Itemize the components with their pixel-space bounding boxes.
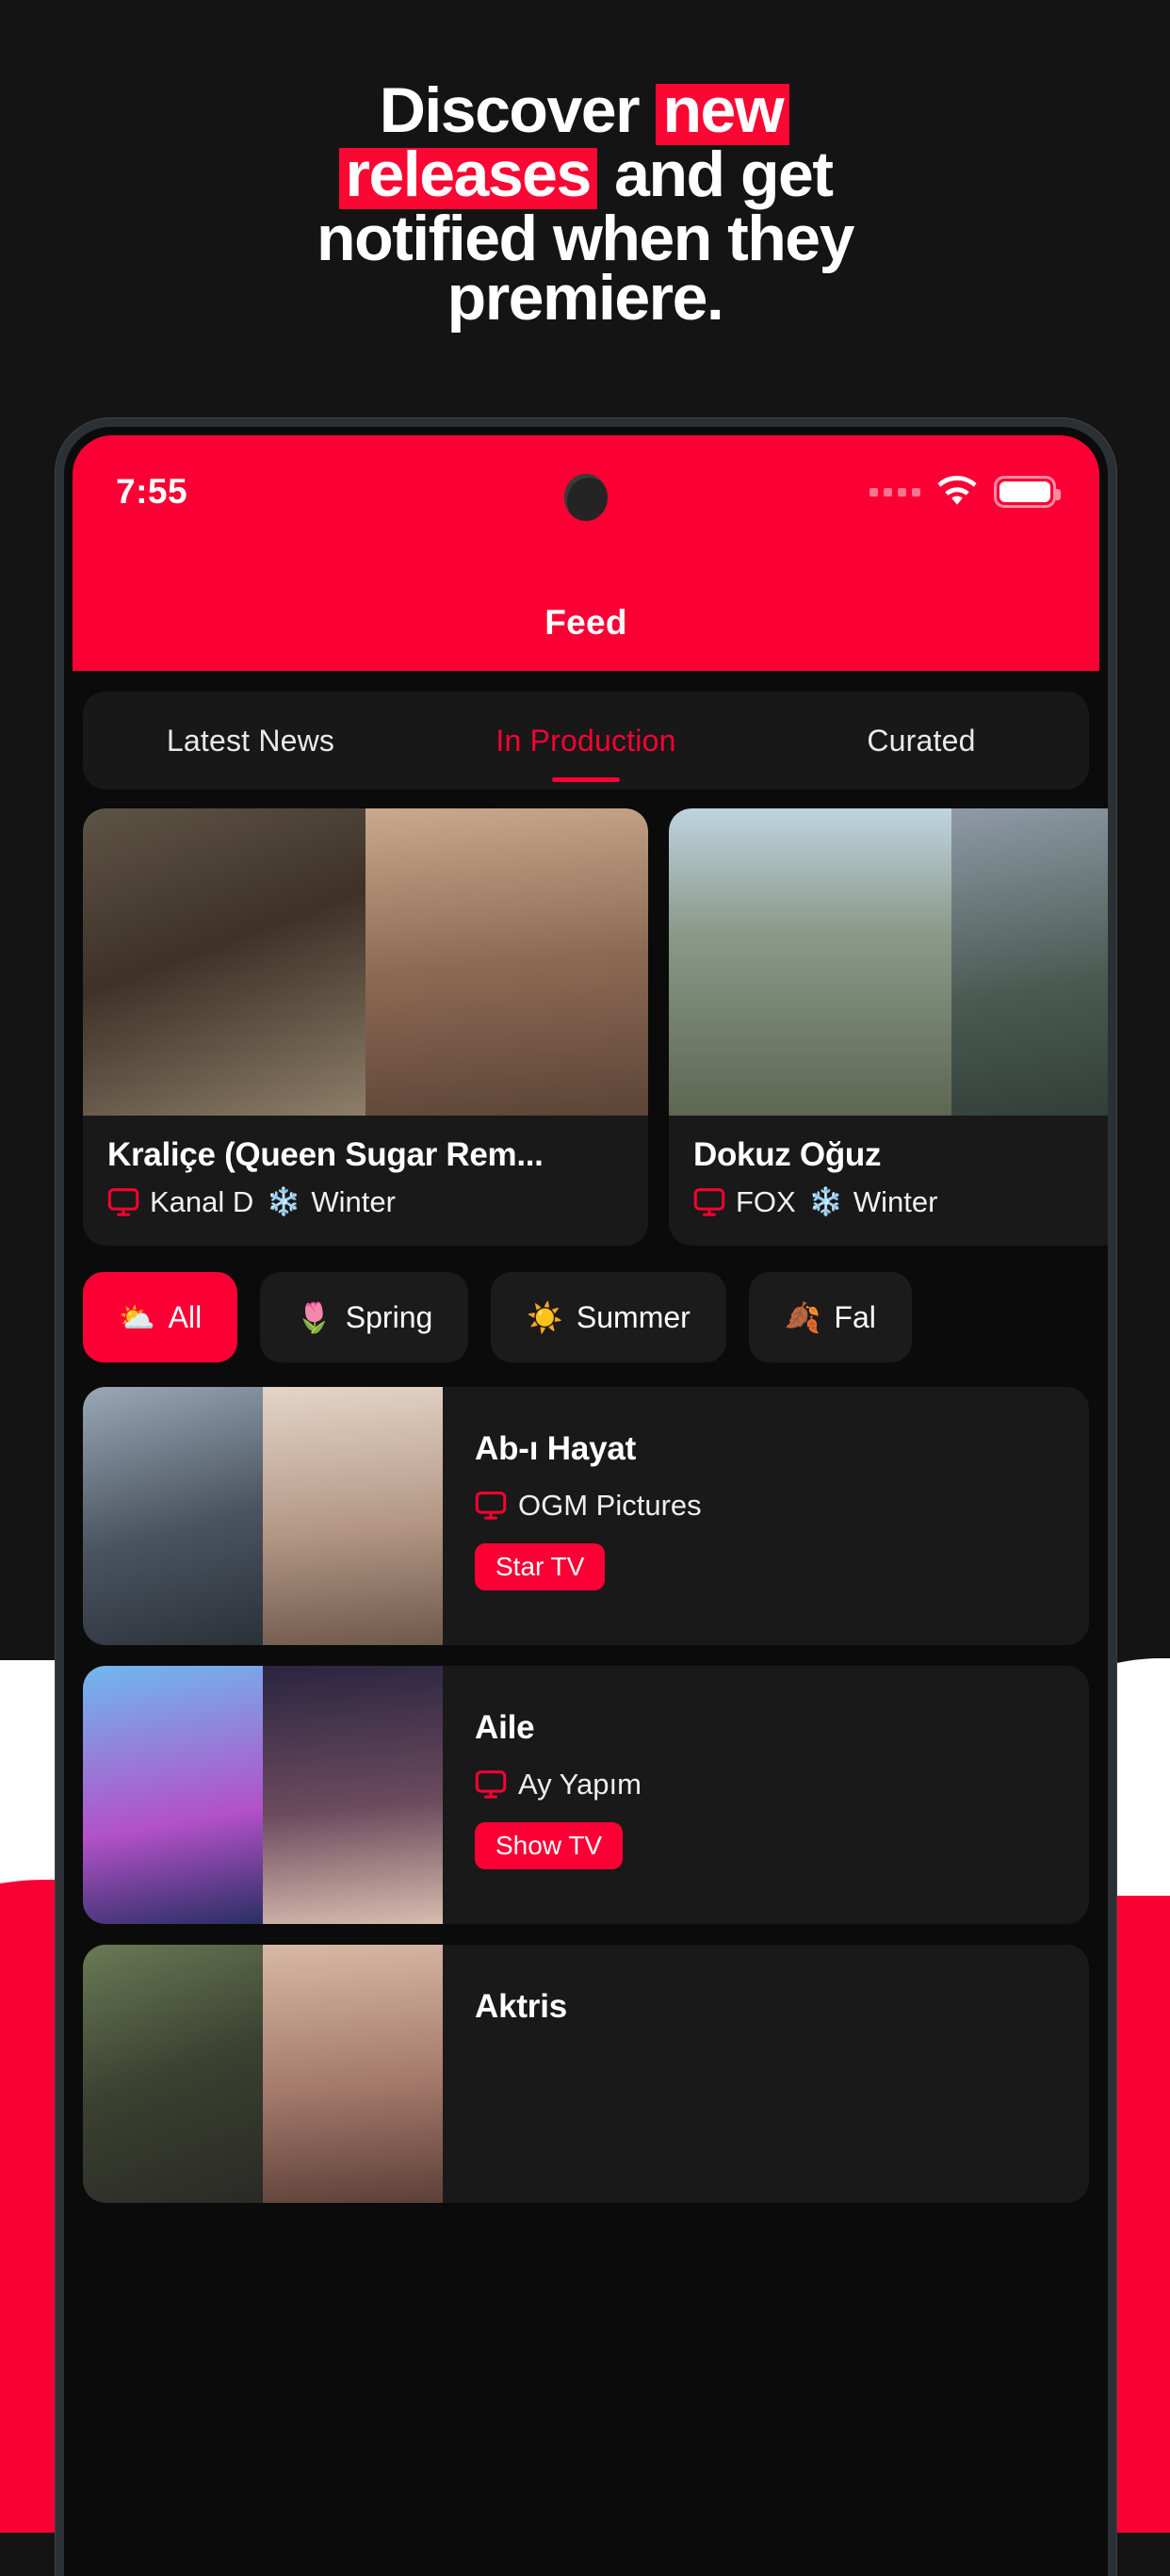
headline-text: and get xyxy=(597,139,834,210)
list-item-title: Aktris xyxy=(475,1988,568,2025)
status-bar: 7:55 xyxy=(73,435,1099,548)
app-header: 7:55 Feed xyxy=(73,435,1099,671)
phone-screen: 7:55 Feed Latest News In Production Curate… xyxy=(64,427,1108,2576)
tv-icon xyxy=(475,1770,507,1799)
feed-content: Latest News In Production Curated Kraliçe … xyxy=(64,692,1108,2203)
list-item-body: Ab-ı Hayat OGM Pictures Star TV xyxy=(443,1387,1089,1645)
list-item[interactable]: Ab-ı Hayat OGM Pictures Star TV xyxy=(83,1387,1089,1645)
phone-mockup: 7:55 Feed Latest News In Production Curate… xyxy=(56,418,1116,2576)
in-production-carousel[interactable]: Kraliçe (Queen Sugar Rem... Kanal D ❄️ Wint… xyxy=(83,808,1108,1246)
card-title: Kraliçe (Queen Sugar Rem... xyxy=(107,1136,544,1173)
headline-highlight: new xyxy=(656,78,790,145)
season-chip-spring[interactable]: 🌷 Spring xyxy=(260,1272,469,1362)
carousel-card[interactable]: Kraliçe (Queen Sugar Rem... Kanal D ❄️ Wint… xyxy=(83,808,648,1246)
chip-label: Fal xyxy=(834,1299,876,1334)
season-chip-fal[interactable]: 🍂 Fal xyxy=(748,1272,912,1362)
list-thumbnail xyxy=(83,1666,443,1924)
promo-headline: Discover new releases and get notified whe… xyxy=(0,78,1170,330)
season-chip-summer[interactable]: ☀️ Summer xyxy=(491,1272,726,1362)
feed-tabs: Latest News In Production Curated xyxy=(83,692,1089,790)
producer-name: Ay Yapım xyxy=(518,1768,642,1801)
card-meta: Kanal D ❄️ Winter xyxy=(107,1185,624,1219)
carousel-card[interactable]: Dokuz Oğuz FOX ❄️ Winter xyxy=(669,808,1108,1246)
list-thumbnail xyxy=(83,1945,443,2203)
thumbnail-left xyxy=(83,808,366,1116)
status-clock: 7:55 xyxy=(116,472,188,511)
chip-emoji-icon: 🍂 xyxy=(784,1300,821,1334)
headline-text: premiere. xyxy=(447,262,724,334)
page-title: Feed xyxy=(544,603,627,642)
card-thumbnail xyxy=(83,808,648,1116)
list-item-body: Aile Ay Yapım Show TV xyxy=(443,1666,1089,1924)
battery-icon xyxy=(994,476,1061,508)
thumbnail-right xyxy=(263,1666,443,1924)
channel-badge: Show TV xyxy=(475,1822,624,1869)
thumbnail-right xyxy=(366,808,648,1116)
tab-latest-news[interactable]: Latest News xyxy=(83,692,418,790)
thumbnail-left xyxy=(83,1666,263,1924)
list-thumbnail xyxy=(83,1387,443,1645)
list-item-body: Aktris xyxy=(443,1945,1089,2203)
headline-line: releases and get xyxy=(57,142,1113,209)
thumbnail-left xyxy=(83,1945,263,2203)
chip-emoji-icon: ⛅ xyxy=(119,1300,155,1334)
signal-dots-icon xyxy=(869,487,920,497)
chip-emoji-icon: 🌷 xyxy=(296,1300,333,1334)
headline-line: Discover new xyxy=(57,78,1113,145)
channel-meta: Kanal D xyxy=(107,1185,253,1219)
season-meta: ❄️ Winter xyxy=(267,1185,396,1219)
season-meta: ❄️ Winter xyxy=(809,1185,938,1219)
headline-highlight: releases xyxy=(338,142,597,209)
thumbnail-right xyxy=(951,808,1108,1116)
chip-label: Summer xyxy=(576,1299,691,1334)
producer-name: OGM Pictures xyxy=(518,1489,702,1522)
chip-label: All xyxy=(168,1299,203,1334)
chip-emoji-icon: ☀️ xyxy=(527,1300,563,1334)
snowflake-emoji-icon: ❄️ xyxy=(267,1186,301,1217)
list-item-title: Aile xyxy=(475,1709,535,1746)
list-item-title: Ab-ı Hayat xyxy=(475,1430,637,1467)
season-filter-chips[interactable]: ⛅ All 🌷 Spring ☀️ Summer 🍂 Fal xyxy=(83,1272,1089,1362)
list-item[interactable]: Aile Ay Yapım Show TV xyxy=(83,1666,1089,1924)
thumbnail-left xyxy=(83,1387,263,1645)
producer-meta: Ay Yapım xyxy=(475,1768,1089,1802)
wifi-icon xyxy=(937,476,977,505)
tv-icon xyxy=(693,1188,725,1216)
tab-in-production[interactable]: In Production xyxy=(418,692,754,790)
channel-name: FOX xyxy=(736,1185,796,1218)
channel-badge: Star TV xyxy=(475,1543,606,1590)
channel-meta: FOX xyxy=(693,1185,796,1219)
headline-text: Discover xyxy=(379,74,656,146)
season-name: Winter xyxy=(311,1185,396,1218)
tv-icon xyxy=(475,1492,507,1520)
show-list: Ab-ı Hayat OGM Pictures Star TV Aile Ay Yapı… xyxy=(83,1387,1089,2203)
card-title: Dokuz Oğuz xyxy=(693,1136,882,1173)
snowflake-emoji-icon: ❄️ xyxy=(808,1186,843,1217)
season-name: Winter xyxy=(853,1185,938,1218)
chip-label: Spring xyxy=(345,1299,433,1334)
thumbnail-right xyxy=(263,1387,443,1645)
producer-meta: OGM Pictures xyxy=(475,1489,1089,1523)
tab-curated[interactable]: Curated xyxy=(754,692,1089,790)
season-chip-all[interactable]: ⛅ All xyxy=(83,1272,238,1362)
card-meta: FOX ❄️ Winter xyxy=(693,1185,1108,1219)
channel-name: Kanal D xyxy=(150,1185,254,1218)
status-indicators xyxy=(869,476,1061,508)
tv-icon xyxy=(107,1188,139,1216)
thumbnail-right xyxy=(263,1945,443,2203)
thumbnail-left xyxy=(669,808,951,1116)
list-item[interactable]: Aktris xyxy=(83,1945,1089,2203)
headline-line: notified when they xyxy=(57,206,1113,270)
headline-line: premiere. xyxy=(57,266,1113,330)
card-thumbnail xyxy=(669,808,1108,1116)
